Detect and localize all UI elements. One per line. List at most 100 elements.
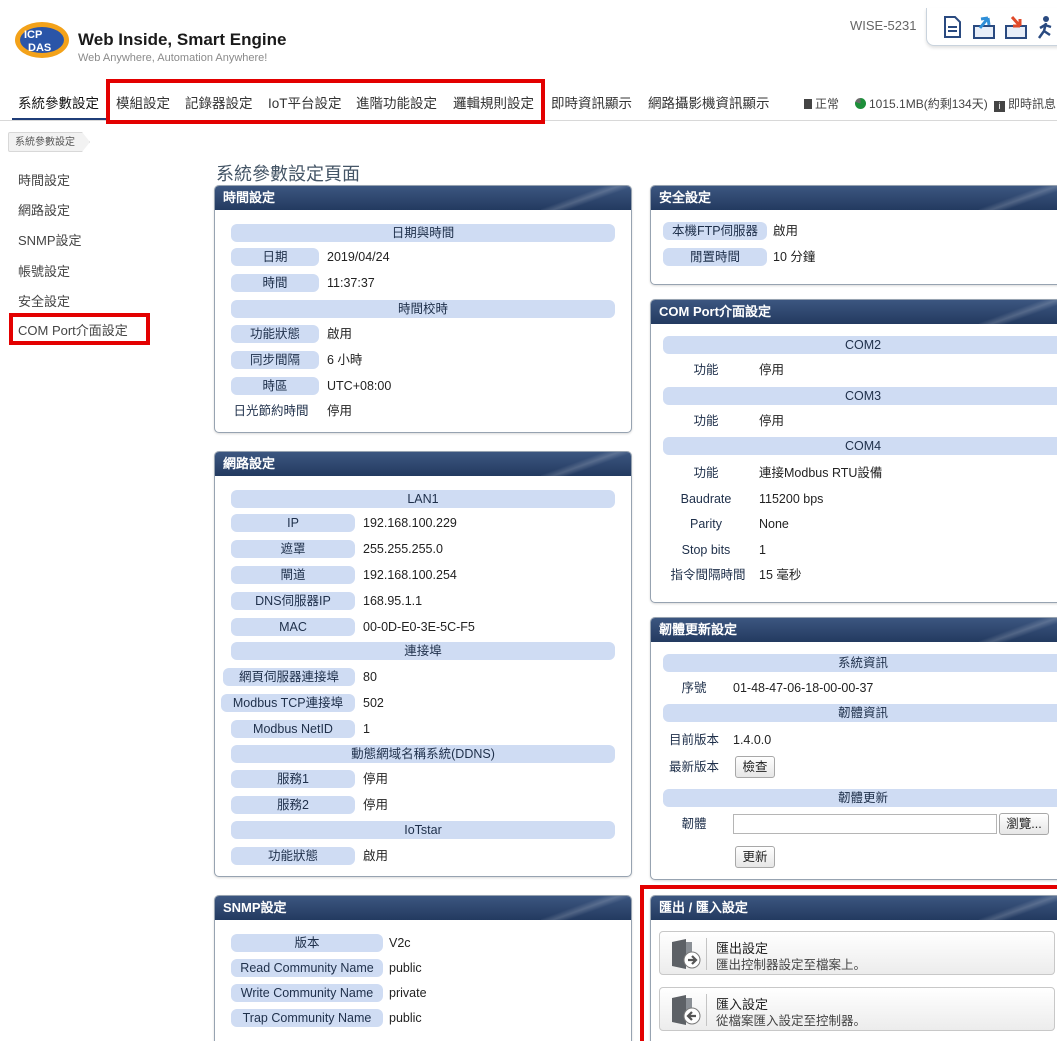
field-label: Modbus TCP連接埠 [221, 694, 355, 712]
date-value: 2019/04/24 [327, 250, 390, 264]
nav-divider [0, 120, 1057, 121]
nav-logger-settings[interactable]: 記錄器設定 [185, 92, 253, 112]
serial-number-value: 01-48-47-06-18-00-00-37 [733, 681, 874, 695]
ftp-server-value: 啟用 [773, 224, 799, 238]
nav-module-settings[interactable]: 模組設定 [116, 92, 170, 112]
field-label: Read Community Name [231, 959, 383, 977]
field-label: 指令間隔時間 [663, 566, 753, 584]
realtime-info-link[interactable]: i 即時訊息 [994, 95, 1056, 112]
brand-title: Web Inside, Smart Engine [78, 30, 287, 49]
time-settings-panel: 時間設定 日期與時間 日期 2019/04/24 時間 11:37:37 時間校… [214, 185, 632, 433]
field-label: 同步間隔 [231, 351, 319, 369]
separator [706, 994, 707, 1026]
field-label: 功能 [663, 464, 749, 482]
field-label: 網頁伺服器連接埠 [223, 668, 355, 686]
field-label: 韌體 [663, 815, 725, 833]
brand-subtitle: Web Anywhere, Automation Anywhere! [78, 52, 268, 64]
com4-function-value: 連接Modbus RTU設備 [759, 466, 883, 480]
ddns-service1-value: 停用 [363, 772, 389, 786]
panel-title: 時間設定 [215, 186, 631, 210]
security-settings-panel: 安全設定 本機FTP伺服器 啟用 閒置時間 10 分鐘 [650, 185, 1057, 285]
section-band: COM2 [663, 336, 1057, 354]
network-settings-panel: 網路設定 LAN1 IP 192.168.100.229 遮罩 255.255.… [214, 451, 632, 877]
field-label: 服務2 [231, 796, 355, 814]
document-icon[interactable] [939, 14, 965, 40]
sidebar-item-com-port[interactable]: COM Port介面設定 [18, 320, 128, 339]
field-label: 時區 [231, 377, 319, 395]
icpdas-logo: ICP DAS [15, 22, 69, 58]
ddns-service2-value: 停用 [363, 798, 389, 812]
field-label: Parity [663, 515, 749, 533]
iotstar-status-value: 啟用 [363, 849, 389, 863]
write-community-value: private [389, 986, 427, 1000]
com-port-settings-panel: COM Port介面設定 COM2 功能 停用 COM3 功能 停用 COM4 … [650, 299, 1057, 603]
field-label: 功能狀態 [231, 847, 355, 865]
svg-text:DAS: DAS [28, 42, 51, 54]
breadcrumb[interactable]: 系統參數設定 [8, 132, 90, 152]
nav-advanced-settings[interactable]: 進階功能設定 [356, 92, 437, 112]
check-button[interactable]: 檢查 [735, 756, 775, 778]
field-label: 日期 [231, 248, 319, 266]
svg-text:ICP: ICP [24, 29, 42, 41]
import-settings-button[interactable]: 匯入設定 從檔案匯入設定至控制器。 [659, 987, 1055, 1031]
nav-logic-rules-settings[interactable]: 邏輯規則設定 [453, 92, 534, 112]
browse-button[interactable]: 瀏覽... [999, 813, 1049, 835]
mask-value: 255.255.255.0 [363, 542, 443, 556]
read-community-value: public [389, 961, 422, 975]
export-import-panel: 匯出 / 匯入設定 匯出設定 匯出控制器設定至檔案上。 匯入設定 從檔案匯入設定… [650, 895, 1057, 1041]
field-label: 功能狀態 [231, 325, 319, 343]
current-version-value: 1.4.0.0 [733, 733, 772, 747]
dns-value: 168.95.1.1 [363, 594, 423, 608]
storage-pie-icon [855, 98, 866, 109]
header-toolbar [926, 8, 1057, 46]
stop-bits-value: 1 [759, 543, 766, 557]
info-icon: i [994, 101, 1005, 112]
update-button[interactable]: 更新 [735, 846, 775, 868]
nav-system-settings[interactable]: 系統參數設定 [18, 92, 99, 112]
sidebar-item-security[interactable]: 安全設定 [18, 291, 70, 310]
timezone-value: UTC+08:00 [327, 379, 392, 393]
panel-title: 安全設定 [651, 186, 1057, 210]
nav-ipcam-display[interactable]: 網路攝影機資訊顯示 [648, 92, 770, 112]
field-label: 目前版本 [663, 731, 725, 749]
field-label: Trap Community Name [231, 1009, 383, 1027]
field-label: IP [231, 514, 355, 532]
section-band: 韌體資訊 [663, 704, 1057, 722]
com2-function-value: 停用 [759, 363, 785, 377]
sidebar-item-time[interactable]: 時間設定 [18, 170, 70, 189]
firmware-file-input[interactable] [733, 814, 997, 834]
ip-value: 192.168.100.229 [363, 516, 457, 530]
field-label: Write Community Name [231, 984, 383, 1002]
field-label: 最新版本 [663, 758, 725, 776]
snmp-settings-panel: SNMP設定 版本 V2c Read Community Name public… [214, 895, 632, 1041]
upload-icon[interactable] [971, 14, 997, 40]
import-description: 從檔案匯入設定至控制器。 [716, 1014, 867, 1028]
sidebar-item-account[interactable]: 帳號設定 [18, 261, 70, 280]
export-description: 匯出控制器設定至檔案上。 [716, 958, 867, 972]
sidebar-item-snmp[interactable]: SNMP設定 [18, 230, 82, 249]
field-label: 時間 [231, 274, 319, 292]
parity-value: None [759, 517, 789, 531]
sidebar-item-network[interactable]: 網路設定 [18, 200, 70, 219]
field-label: Baudrate [663, 490, 749, 508]
section-band: LAN1 [231, 490, 615, 508]
nav-iot-platform-settings[interactable]: IoT平台設定 [268, 92, 342, 112]
web-port-value: 80 [363, 670, 377, 684]
nav-realtime-display[interactable]: 即時資訊顯示 [551, 92, 632, 112]
section-band: 動態網域名稱系統(DDNS) [231, 745, 615, 763]
download-icon[interactable] [1003, 14, 1029, 40]
panel-title: 韌體更新設定 [651, 618, 1057, 642]
field-label: DNS伺服器IP [231, 592, 355, 610]
import-icon [672, 995, 701, 1025]
function-status-value: 啟用 [327, 327, 353, 341]
status-normal-badge: 正常 [804, 95, 839, 112]
panel-title: COM Port介面設定 [651, 300, 1057, 324]
status-square-icon [804, 99, 812, 109]
export-settings-button[interactable]: 匯出設定 匯出控制器設定至檔案上。 [659, 931, 1055, 975]
panel-title: 網路設定 [215, 452, 631, 476]
section-band: COM3 [663, 387, 1057, 405]
logout-icon[interactable] [1033, 14, 1057, 40]
memory-status: 1015.1MB(約剩134天) [855, 95, 988, 112]
panel-title: SNMP設定 [215, 896, 631, 920]
field-label: 功能 [663, 412, 749, 430]
